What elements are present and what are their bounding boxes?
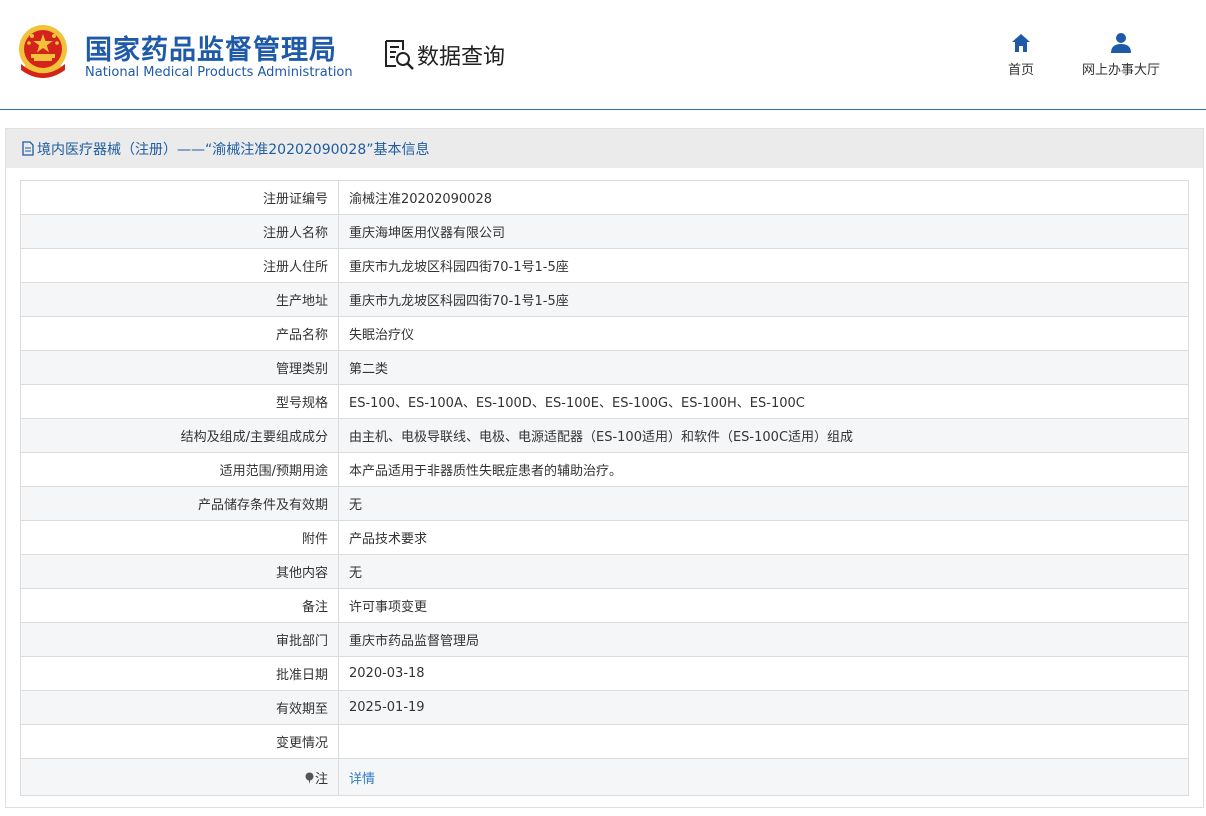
site-header: 国家药品监督管理局 National Medical Products Admi… bbox=[0, 0, 1206, 110]
row-label: 结构及组成/主要组成成分 bbox=[20, 418, 339, 453]
user-icon bbox=[1111, 33, 1131, 53]
row-label: 型号规格 bbox=[20, 384, 339, 419]
table-row: 产品储存条件及有效期无 bbox=[20, 486, 1189, 521]
row-value: 产品技术要求 bbox=[338, 520, 1189, 555]
nav-service-hall-label: 网上办事大厅 bbox=[1081, 63, 1160, 78]
table-row: 审批部门 重庆市药品监督管理局 bbox=[20, 622, 1189, 657]
row-value: 重庆市药品监督管理局 bbox=[338, 622, 1189, 657]
table-row: 注册人住所 重庆市九龙坡区科园四街70-1号1-5座 bbox=[20, 248, 1189, 283]
table-row: 型号规格 ES-100、ES-100A、ES-100D、ES-100E、ES-10… bbox=[20, 384, 1189, 419]
info-panel: 境内医疗器械（注册）——“渝械注准20202090028”基本信息 注册证编号渝… bbox=[5, 128, 1204, 808]
row-value: 重庆市九龙坡区科园四街70-1号1-5座 bbox=[338, 282, 1189, 317]
row-value bbox=[338, 724, 1189, 759]
table-row: 变更情况 bbox=[20, 724, 1189, 759]
row-value: ES-100、ES-100A、ES-100D、ES-100E、ES-100G、E… bbox=[338, 384, 1189, 419]
data-query-title: 数据查询 bbox=[383, 38, 505, 72]
row-label: 备注 bbox=[20, 588, 339, 623]
table-row: 附件 产品技术要求 bbox=[20, 520, 1189, 555]
row-value: 2020-03-18 bbox=[338, 656, 1189, 691]
row-value: 无 bbox=[338, 486, 1189, 521]
panel-title: 境内医疗器械（注册）——“渝械注准20202090028”基本信息 bbox=[37, 141, 430, 158]
table-row: 有效期至 2025-01-19 bbox=[20, 690, 1189, 725]
national-emblem-icon bbox=[19, 25, 67, 78]
home-icon bbox=[1012, 34, 1030, 52]
row-label: 注册人名称 bbox=[20, 214, 339, 249]
table-row: 批准日期 2020-03-18 bbox=[20, 656, 1189, 691]
row-label: 管理类别 bbox=[20, 350, 339, 385]
row-value: 第二类 bbox=[338, 350, 1189, 385]
org-name-en: National Medical Products Administration bbox=[85, 65, 353, 80]
nav-home-label: 首页 bbox=[1007, 63, 1034, 78]
row-value: 重庆市九龙坡区科园四街70-1号1-5座 bbox=[338, 248, 1189, 283]
info-table: 注册证编号 渝械注准20202090028 注册人名称 重庆海坤医用仪器有限公司 注册人… bbox=[20, 180, 1189, 796]
table-row: 结构及组成/主要组成成分 由主机、电极导联线、电极、电源适配器（ES-100适用）… bbox=[20, 418, 1189, 453]
nav-home-link[interactable]: 首页 bbox=[1002, 32, 1040, 78]
row-label: 批准日期 bbox=[20, 656, 339, 691]
row-label: 产品名称 bbox=[20, 316, 339, 351]
row-label: 其他内容 bbox=[20, 554, 339, 589]
document-icon bbox=[22, 141, 34, 156]
panel-header: 境内医疗器械（注册）——“渝械注准20202090028”基本信息 bbox=[6, 129, 1203, 168]
table-row: 产品名称 失眠治疗仪 bbox=[20, 316, 1189, 351]
nav-service-hall-link[interactable]: 网上办事大厅 bbox=[1073, 32, 1169, 78]
table-row: 适用范围/预期用途 本产品适用于非器质性失眠症患者的辅助治疗。 bbox=[20, 452, 1189, 487]
row-label: 附件 bbox=[20, 520, 339, 555]
details-link[interactable]: 详情 bbox=[349, 772, 375, 787]
table-row: 生产地址 重庆市九龙坡区科园四街70-1号1-5座 bbox=[20, 282, 1189, 317]
row-label: 注册人住所 bbox=[20, 248, 339, 283]
note-label: 注 bbox=[314, 771, 328, 787]
table-row: 备注 许可事项变更 bbox=[20, 588, 1189, 623]
data-query-label: 数据查询 bbox=[417, 45, 506, 70]
row-value: 失眠治疗仪 bbox=[338, 316, 1189, 351]
row-label: 有效期至 bbox=[20, 690, 339, 725]
row-value: 渝械注准20202090028 bbox=[338, 180, 1189, 215]
row-label: 产品储存条件及有效期 bbox=[20, 486, 339, 521]
org-name-cn: 国家药品监督管理局 bbox=[85, 35, 337, 66]
pin-icon bbox=[305, 772, 314, 784]
row-label: 注 bbox=[20, 758, 339, 796]
row-value: 许可事项变更 bbox=[338, 588, 1189, 623]
row-value: 本产品适用于非器质性失眠症患者的辅助治疗。 bbox=[338, 452, 1189, 487]
row-label: 注册证编号 bbox=[20, 180, 339, 215]
row-label: 变更情况 bbox=[20, 724, 339, 759]
row-value: 由主机、电极导联线、电极、电源适配器（ES-100适用）和软件（ES-100C适… bbox=[338, 418, 1189, 453]
row-label: 生产地址 bbox=[20, 282, 339, 317]
row-label: 适用范围/预期用途 bbox=[20, 452, 339, 487]
table-row-note: 注 详情 bbox=[20, 758, 1189, 796]
row-value: 详情 bbox=[338, 758, 1189, 796]
document-search-icon bbox=[385, 40, 414, 70]
table-row: 注册证编号 渝械注准20202090028 bbox=[20, 180, 1189, 215]
info-table-body: 注册证编号 渝械注准20202090028 注册人名称 重庆海坤医用仪器有限公司 注册人… bbox=[20, 180, 1189, 796]
table-row: 注册人名称 重庆海坤医用仪器有限公司 bbox=[20, 214, 1189, 249]
row-label: 审批部门 bbox=[20, 622, 339, 657]
table-row: 管理类别 第二类 bbox=[20, 350, 1189, 385]
row-value: 2025-01-19 bbox=[338, 690, 1189, 725]
row-value: 无 bbox=[338, 554, 1189, 589]
table-row: 其他内容无 bbox=[20, 554, 1189, 589]
row-value: 重庆海坤医用仪器有限公司 bbox=[338, 214, 1189, 249]
